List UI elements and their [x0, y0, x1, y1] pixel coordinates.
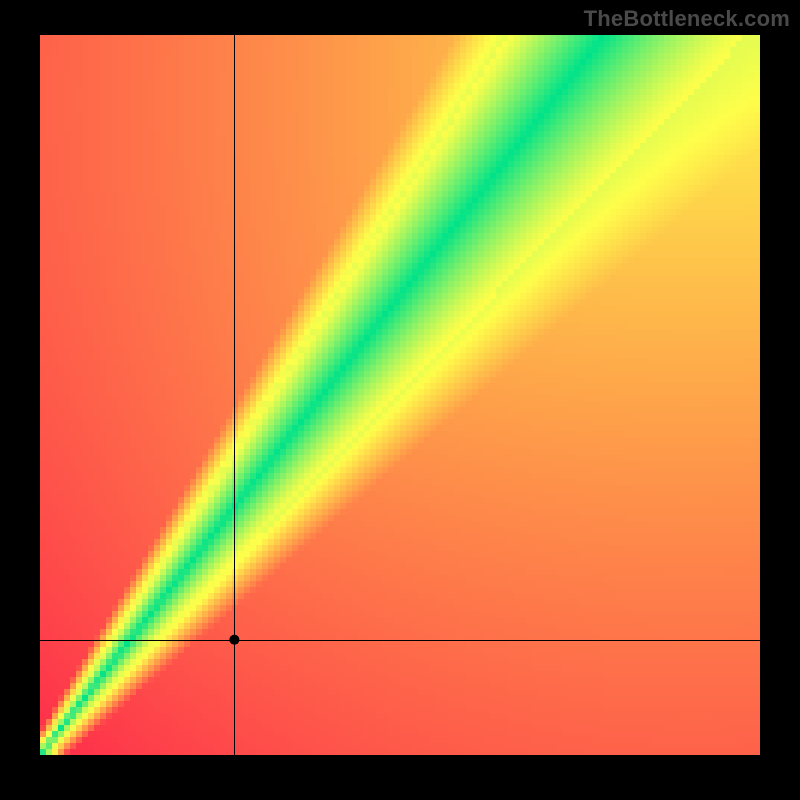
chart-frame: TheBottleneck.com	[0, 0, 800, 800]
watermark-text: TheBottleneck.com	[584, 6, 790, 32]
heatmap-canvas	[40, 35, 760, 755]
heatmap-plot	[40, 35, 760, 755]
